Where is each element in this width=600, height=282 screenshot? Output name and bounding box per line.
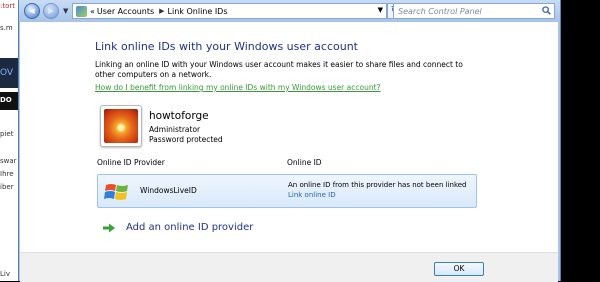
password-status: Password protected	[149, 135, 223, 144]
provider-name: WindowsLiveID	[140, 186, 197, 195]
breadcrumb-link-online-ids[interactable]: Link Online IDs	[168, 7, 228, 16]
help-link[interactable]: How do I benefit from linking my online …	[95, 83, 381, 92]
page-description: Linking an online ID with your Windows u…	[95, 60, 463, 79]
search-box[interactable]	[393, 3, 555, 19]
bg-text: Ihre	[0, 170, 14, 178]
provider-row[interactable]: WindowsLiveID An online ID from this pro…	[97, 174, 477, 208]
user-name: howtoforge	[149, 110, 209, 122]
link-online-id-link[interactable]: Link online ID	[288, 191, 336, 199]
forward-arrow-icon: ▶	[48, 7, 54, 15]
recent-pages-dropdown[interactable]: ▼	[63, 7, 68, 15]
breadcrumb-user-accounts[interactable]: User Accounts	[97, 7, 154, 16]
navigation-bar: ◀ ▶ ▼ « User Accounts ▶ Link Online IDs …	[19, 0, 560, 22]
bg-text: DO	[0, 96, 12, 104]
control-panel-window: ◀ ▶ ▼ « User Accounts ▶ Link Online IDs …	[18, 0, 561, 282]
bg-text: iber	[0, 183, 14, 191]
search-icon[interactable]	[542, 6, 551, 15]
forward-button[interactable]: ▶	[43, 3, 59, 19]
add-provider-label: Add an online ID provider	[126, 222, 254, 233]
ok-button[interactable]: OK	[434, 262, 484, 276]
column-header-provider: Online ID Provider	[97, 158, 165, 167]
bg-text: Liv	[0, 270, 10, 278]
bg-text: OV	[0, 68, 14, 78]
address-dropdown-icon[interactable]: ▼	[378, 6, 383, 14]
dialog-footer: OK	[20, 252, 558, 282]
windows-logo-icon	[104, 184, 128, 200]
flower-picture-icon	[104, 109, 138, 143]
back-button[interactable]: ◀	[24, 3, 40, 19]
user-role: Administrator	[149, 125, 201, 134]
page-title: Link online IDs with your Windows user a…	[95, 40, 358, 53]
content-pane: Link online IDs with your Windows user a…	[20, 22, 558, 282]
control-panel-icon	[76, 5, 87, 17]
column-header-online-id: Online ID	[287, 158, 322, 167]
breadcrumb-separator-icon[interactable]: ▶	[159, 7, 164, 15]
back-arrow-icon: ◀	[29, 7, 35, 15]
bg-text: :tort	[0, 2, 16, 10]
background-right	[561, 0, 600, 281]
bg-text: piet	[0, 130, 14, 138]
user-avatar	[100, 105, 142, 147]
background-window-left: :tort s.m OV DO piet swar Ihre iber Liv	[0, 0, 20, 281]
breadcrumb-overflow[interactable]: «	[90, 7, 95, 16]
search-input[interactable]	[394, 4, 538, 18]
provider-status: An online ID from this provider has not …	[288, 181, 467, 189]
bg-text: swar	[0, 157, 17, 165]
add-provider-link[interactable]: Add an online ID provider	[102, 222, 253, 233]
green-arrow-icon	[103, 223, 115, 232]
bg-text: s.m	[0, 24, 13, 32]
address-bar[interactable]: « User Accounts ▶ Link Online IDs ▼	[72, 3, 387, 19]
